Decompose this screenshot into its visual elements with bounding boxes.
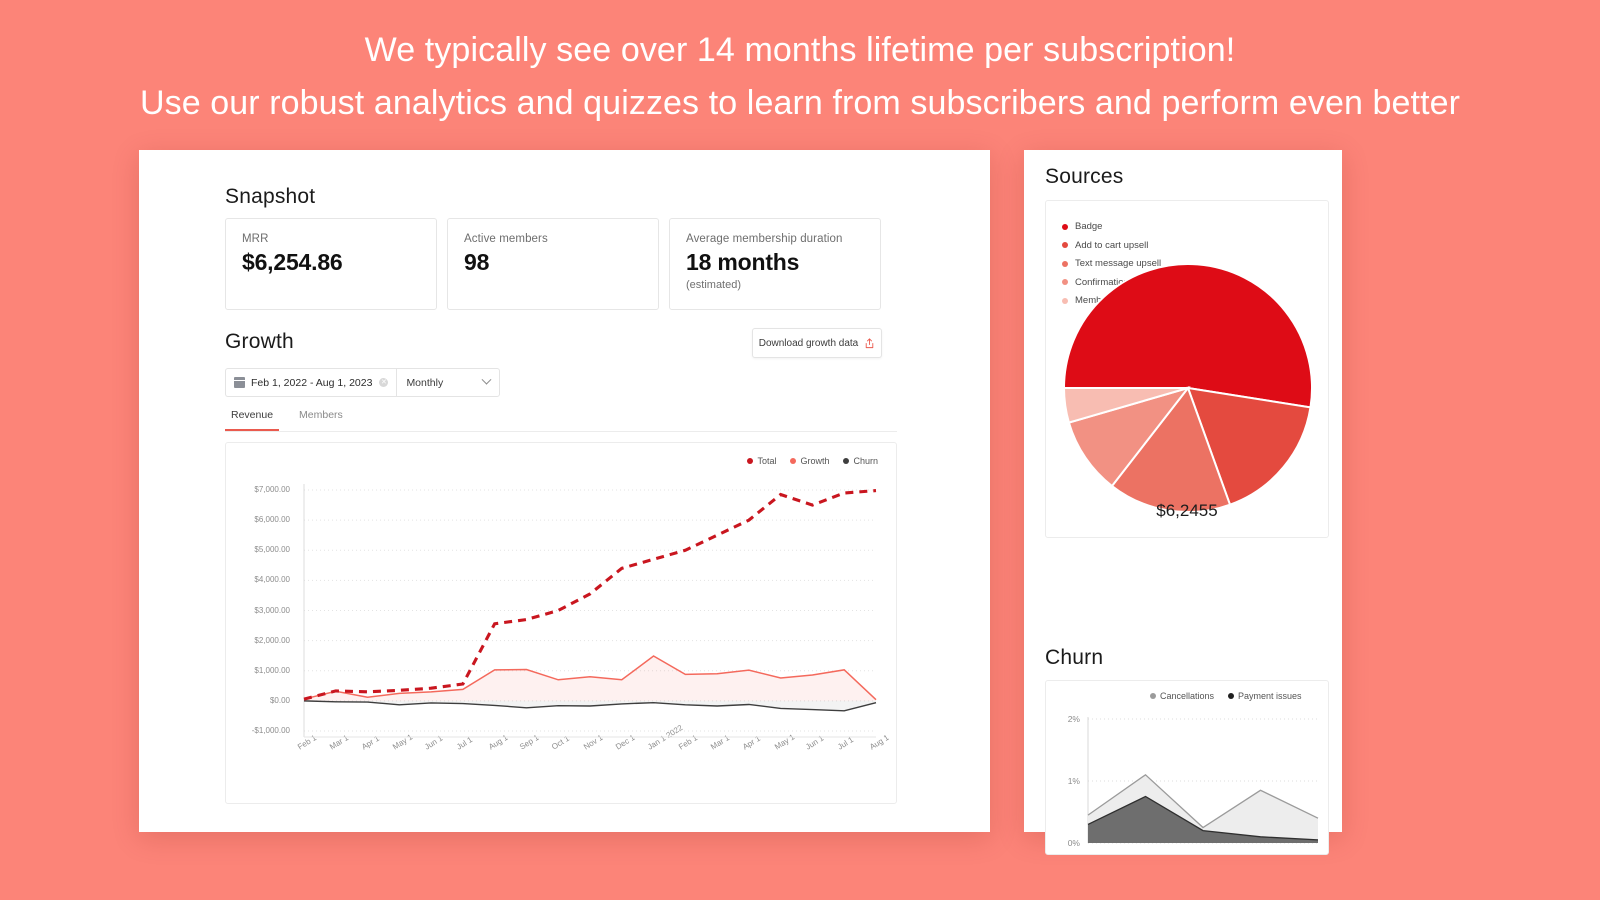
- growth-panel: Snapshot MRR $6,254.86 Active members 98…: [139, 150, 990, 832]
- date-range-value: Feb 1, 2022 - Aug 1, 2023: [251, 376, 373, 389]
- churn-chart-plot: [1087, 717, 1319, 844]
- chevron-down-icon: [481, 374, 492, 385]
- stat-card-active-members: Active members 98: [447, 218, 659, 310]
- growth-chart-plot: [303, 484, 877, 738]
- stat-value: $6,254.86: [242, 249, 343, 275]
- share-upload-icon: [866, 337, 874, 348]
- growth-controls: Feb 1, 2022 - Aug 1, 2023 ✕ Monthly: [225, 368, 501, 397]
- headline-line-2: Use our robust analytics and quizzes to …: [139, 84, 1461, 122]
- clear-circle-icon[interactable]: ✕: [379, 378, 389, 387]
- date-range-picker[interactable]: Feb 1, 2022 - Aug 1, 2023 ✕: [225, 368, 397, 397]
- growth-tabs: Revenue Members: [225, 409, 897, 432]
- stat-value: 18 months: [686, 249, 800, 275]
- stat-sub: (estimated): [686, 279, 742, 291]
- download-growth-data-button[interactable]: Download growth data: [752, 328, 882, 358]
- snapshot-stats: MRR $6,254.86 Active members 98 Average …: [225, 218, 881, 310]
- sources-card: Badge Add to cart upsell Text message upse…: [1045, 200, 1329, 538]
- headline-line-1: We typically see over 14 months lifetime…: [364, 31, 1236, 69]
- stat-label: Active members: [464, 233, 548, 245]
- period-select-value: Monthly: [406, 376, 444, 389]
- tab-revenue[interactable]: Revenue: [225, 409, 280, 431]
- growth-title: Growth: [225, 330, 294, 353]
- tab-members[interactable]: Members: [293, 409, 349, 431]
- download-button-label: Download growth data: [758, 337, 859, 349]
- sources-total-label: $6,2455: [1156, 501, 1218, 520]
- growth-chart-card: Total Growth Churn $7,000.00 $6,000.00 $5,…: [225, 442, 897, 804]
- headline: We typically see over 14 months lifetime…: [0, 24, 1600, 130]
- period-select[interactable]: Monthly: [396, 368, 501, 397]
- sources-title: Sources: [1045, 165, 1124, 188]
- stat-label: Average membership duration: [686, 233, 843, 245]
- snapshot-title: Snapshot: [225, 185, 316, 208]
- churn-title: Churn: [1045, 646, 1104, 669]
- stat-label: MRR: [242, 233, 269, 245]
- stat-card-avg-duration: Average membership duration 18 months (e…: [669, 218, 881, 310]
- sources-churn-panel: Sources Badge Add to cart upsell Text mess…: [1024, 150, 1342, 855]
- sources-pie-chart: [1062, 263, 1313, 513]
- stat-card-mrr: MRR $6,254.86: [225, 218, 437, 310]
- calendar-icon: [234, 377, 245, 388]
- churn-card: Cancellations Payment issues 2% 1% 0%: [1045, 680, 1329, 855]
- stat-value: 98: [464, 249, 490, 275]
